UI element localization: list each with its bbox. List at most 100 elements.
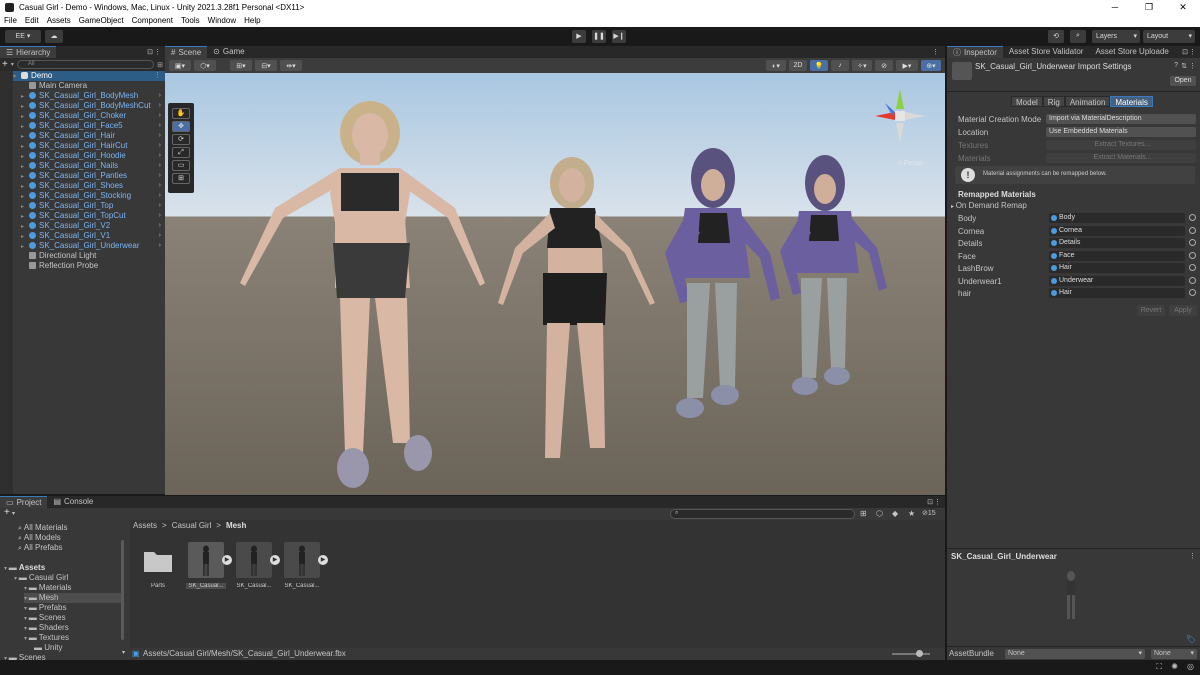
hand-tool-icon[interactable]: ✋: [172, 108, 190, 119]
chevron-right-icon[interactable]: ›: [159, 211, 161, 221]
apply-button[interactable]: Apply: [1169, 305, 1197, 316]
subtab-rig[interactable]: Rig: [1042, 96, 1065, 107]
chevron-right-icon[interactable]: ›: [159, 161, 161, 171]
projection-label[interactable]: < Persp: [898, 160, 922, 167]
tree-scrollbar[interactable]: [121, 540, 124, 640]
field-button[interactable]: Extract Materials...: [1046, 153, 1196, 163]
close-button[interactable]: ✕: [1166, 0, 1200, 14]
folder-tree-item[interactable]: ▾ ▬ Scenes: [24, 613, 122, 623]
folder-tree-item[interactable]: ▬ Unity: [34, 643, 122, 653]
chevron-right-icon[interactable]: ›: [159, 231, 161, 241]
expand-play-icon[interactable]: ▶: [318, 555, 328, 565]
hierarchy-item[interactable]: ▸ SK_Casual_Girl_V2 ›: [13, 221, 165, 231]
chevron-right-icon[interactable]: ›: [159, 241, 161, 251]
orientation-gizmo-icon[interactable]: [865, 81, 935, 151]
menu-help[interactable]: Help: [240, 16, 264, 25]
folder-tree-item[interactable]: ▾ ▬ Materials: [24, 583, 122, 593]
hierarchy-item[interactable]: ▸ SK_Casual_Girl_Hair ›: [13, 131, 165, 141]
hierarchy-item[interactable]: ▸ SK_Casual_Girl_Hoodie ›: [13, 151, 165, 161]
hidden-objects-icon[interactable]: ⊘: [875, 60, 893, 71]
cloud-icon[interactable]: ☁: [45, 29, 63, 43]
menu-tools[interactable]: Tools: [177, 16, 204, 25]
chevron-right-icon[interactable]: ›: [159, 201, 161, 211]
chevron-right-icon[interactable]: ›: [159, 221, 161, 231]
search-icon[interactable]: ⌕: [1070, 29, 1086, 43]
network-icon[interactable]: ⛶: [1156, 662, 1162, 672]
scene-viewport[interactable]: ✋ ✥ ⟳ ⤢ ▭ ⊞ < Persp: [165, 73, 945, 495]
menu-edit[interactable]: Edit: [21, 16, 43, 25]
field-dropdown[interactable]: Import via MaterialDescription: [1046, 114, 1196, 124]
material-object-field[interactable]: Hair: [1049, 263, 1185, 273]
minimize-button[interactable]: ─: [1098, 0, 1132, 14]
folder-tree-item[interactable]: ▾ ▬ Prefabs: [24, 603, 122, 613]
hierarchy-item[interactable]: ▸ SK_Casual_Girl_Choker ›: [13, 111, 165, 121]
object-picker-icon[interactable]: [1189, 276, 1196, 284]
chevron-right-icon[interactable]: ›: [159, 151, 161, 161]
tab-inspector[interactable]: ⓘ Inspector: [947, 46, 1003, 58]
chevron-right-icon[interactable]: ›: [159, 181, 161, 191]
chevron-right-icon[interactable]: ›: [159, 191, 161, 201]
hierarchy-item[interactable]: ▸ SK_Casual_Girl_Panties ›: [13, 171, 165, 181]
object-picker-icon[interactable]: [1189, 289, 1196, 296]
chevron-right-icon[interactable]: ›: [159, 101, 161, 111]
field-dropdown[interactable]: Use Embedded Materials: [1046, 127, 1196, 137]
favorite-item[interactable]: ⌕ All Models: [18, 533, 61, 543]
assetbundle-dropdown[interactable]: None ▾: [1005, 649, 1145, 659]
progress-icon[interactable]: ◎: [1187, 662, 1194, 671]
project-search-input[interactable]: ⌕: [670, 509, 855, 519]
field-button[interactable]: Extract Textures...: [1046, 140, 1196, 150]
menu-component[interactable]: Component: [128, 16, 177, 25]
lock-icon[interactable]: ⊡: [1182, 48, 1188, 56]
asset-item[interactable]: Parts: [138, 542, 178, 589]
lock-icon[interactable]: ⊡: [927, 498, 933, 506]
asset-item[interactable]: ▶ SK_Casual...: [186, 542, 232, 589]
tab-game[interactable]: ⊙ Game: [207, 46, 251, 58]
layers-dropdown[interactable]: Layers ▾: [1092, 29, 1140, 43]
assetbundle-variant-dropdown[interactable]: None ▾: [1151, 649, 1197, 659]
hierarchy-item[interactable]: Directional Light: [13, 251, 165, 261]
chevron-right-icon[interactable]: ›: [159, 171, 161, 181]
more-menu-icon[interactable]: ⋮: [934, 498, 941, 506]
breadcrumb-assets[interactable]: Assets: [133, 521, 157, 530]
thumbnail-size-slider[interactable]: [892, 650, 930, 657]
object-picker-icon[interactable]: [1189, 239, 1196, 246]
presets-icon[interactable]: ⇅: [1181, 62, 1187, 70]
tab-asset-store-validator[interactable]: Asset Store Validator: [1003, 46, 1090, 58]
tab-asset-store-uploader[interactable]: Asset Store Uploade: [1089, 46, 1174, 58]
more-menu-icon[interactable]: ⋮: [1189, 48, 1196, 56]
audio-toggle-icon[interactable]: ♪: [831, 60, 849, 71]
chevron-right-icon[interactable]: ›: [159, 131, 161, 141]
object-picker-icon[interactable]: [1189, 264, 1196, 271]
breadcrumb-mesh[interactable]: Mesh: [226, 521, 246, 530]
layout-dropdown[interactable]: Layout ▾: [1143, 29, 1195, 43]
tag-icon[interactable]: ◆: [892, 509, 898, 518]
align-dropdown[interactable]: ⇹▾: [280, 60, 302, 71]
folder-tree-item[interactable]: ▾ ▬ Textures: [24, 633, 122, 643]
more-menu-icon[interactable]: ⋮: [154, 48, 161, 56]
expand-play-icon[interactable]: ▶: [222, 555, 232, 565]
revert-button[interactable]: Revert: [1137, 305, 1165, 316]
history-icon[interactable]: ⟲: [1048, 29, 1064, 43]
camera-dropdown[interactable]: ▶▾: [896, 60, 918, 71]
hidden-packages-icon[interactable]: ⊘15: [922, 509, 936, 517]
expand-play-icon[interactable]: ▶: [270, 555, 280, 565]
add-icon[interactable]: +: [4, 507, 10, 518]
scale-tool-icon[interactable]: ⤢: [172, 147, 190, 158]
hierarchy-item[interactable]: ▸ SK_Casual_Girl_BodyMesh ›: [13, 91, 165, 101]
increment-snap-dropdown[interactable]: ⊟▾: [255, 60, 277, 71]
grid-snap-dropdown[interactable]: ⊞▾: [230, 60, 252, 71]
breadcrumb-casual-girl[interactable]: Casual Girl: [172, 521, 212, 530]
object-picker-icon[interactable]: [1189, 214, 1196, 221]
material-object-field[interactable]: Underwear: [1049, 275, 1185, 286]
step-button[interactable]: ▶❙: [612, 29, 626, 43]
asset-item[interactable]: ▶ SK_Casual...: [234, 542, 280, 589]
material-object-field[interactable]: Face: [1049, 250, 1185, 261]
hierarchy-item[interactable]: ▸ SK_Casual_Girl_HairCut ›: [13, 141, 165, 151]
hierarchy-search-input[interactable]: All: [16, 60, 155, 69]
rotate-tool-icon[interactable]: ⟳: [172, 134, 190, 145]
menu-window[interactable]: Window: [204, 16, 240, 25]
hierarchy-item[interactable]: ▸ SK_Casual_Girl_TopCut ›: [13, 211, 165, 221]
subtab-animation[interactable]: Animation: [1064, 96, 1111, 107]
chevron-down-icon[interactable]: ▾: [12, 510, 15, 517]
object-picker-icon[interactable]: [1189, 251, 1196, 259]
